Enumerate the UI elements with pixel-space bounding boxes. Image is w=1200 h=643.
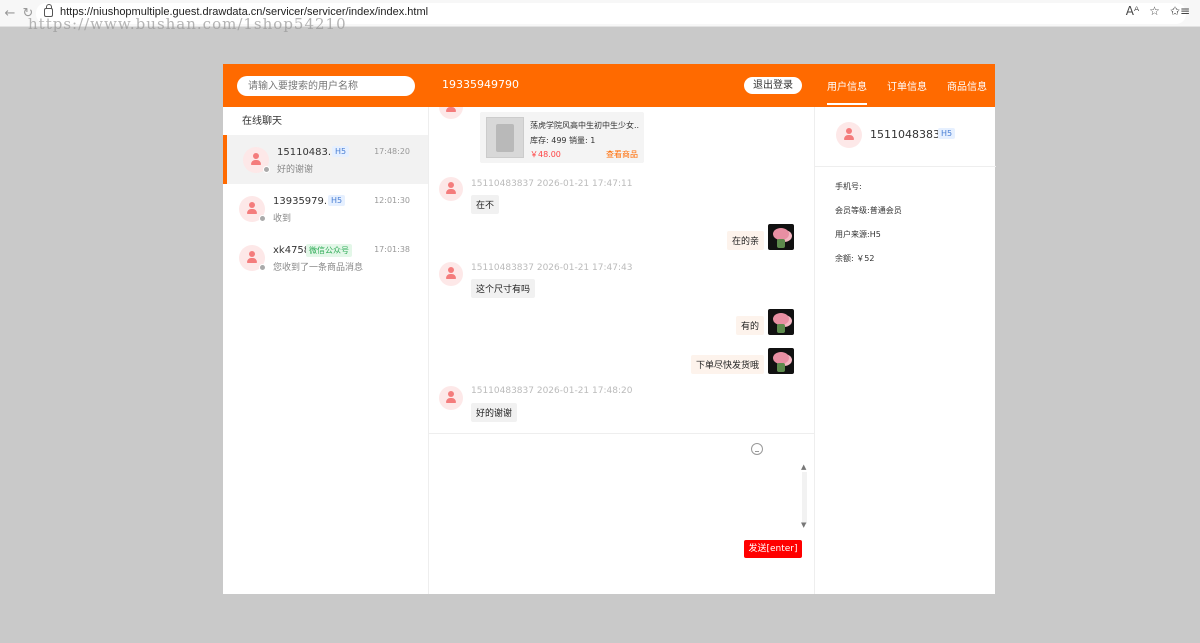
send-button[interactable]: 发送[enter] — [744, 540, 802, 558]
input-scrollbar[interactable] — [802, 472, 807, 524]
outgoing-message: 下单尽快发货哦 — [690, 355, 764, 374]
user-phone: 手机号: — [835, 182, 862, 191]
incoming-message: 这个尺寸有吗 — [471, 279, 536, 298]
offline-status-dot — [263, 166, 270, 173]
watermark-text: https://www.bushan.com/1shop54210 — [28, 15, 347, 33]
conversation-time: 12:01:30 — [374, 196, 410, 205]
product-title: 荡虎学院风高中生初中生少女... — [530, 121, 640, 130]
chat-messages: 荡虎学院风高中生初中生少女... 库存: 499 销量: 1 ￥48.00 查看… — [429, 107, 814, 433]
channel-badge: 微信公众号 — [306, 244, 352, 257]
avatar — [239, 245, 266, 271]
user-icon — [446, 391, 456, 405]
user-search-input[interactable] — [237, 76, 415, 96]
user-member-level: 会员等级:普通会员 — [835, 206, 902, 215]
conversation-last-message: 收到 — [273, 214, 292, 224]
incoming-message: 好的谢谢 — [471, 403, 518, 422]
emoji-icon[interactable] — [751, 443, 763, 455]
offline-status-dot — [259, 215, 266, 222]
channel-badge: H5 — [938, 128, 956, 139]
message-meta: 15110483837 2026-01-21 17:47:43 — [471, 263, 633, 273]
read-aloud-icon[interactable]: Aᴬ — [1126, 4, 1139, 18]
tab-order-info[interactable]: 订单信息 — [887, 78, 927, 93]
user-source: 用户来源:H5 — [835, 230, 881, 239]
user-icon — [446, 107, 456, 114]
scroll-up-arrow-icon[interactable]: ▲ — [801, 463, 806, 471]
user-icon — [247, 202, 257, 216]
product-image — [486, 117, 524, 158]
favorite-star-icon[interactable]: ☆ — [1149, 4, 1160, 18]
outgoing-message: 在的亲 — [726, 231, 764, 250]
offline-status-dot — [259, 264, 266, 271]
channel-badge: H5 — [332, 146, 350, 157]
avatar — [239, 196, 266, 222]
channel-badge: H5 — [328, 195, 346, 206]
favorites-list-icon[interactable]: ✩≡ — [1170, 4, 1190, 18]
current-chat-user: 19335949790 — [442, 78, 519, 91]
avatar — [836, 122, 862, 148]
message-meta: 15110483837 2026-01-21 17:48:20 — [471, 386, 633, 396]
user-name: 15110483837 — [870, 128, 947, 141]
conversation-item[interactable]: xk4758 微信公众号 17:01:38 您收到了一条商品消息 — [223, 233, 428, 282]
conversation-time: 17:01:38 — [374, 245, 410, 254]
agent-avatar — [768, 224, 794, 250]
sidebar-title: 在线聊天 — [242, 116, 282, 127]
user-icon — [247, 251, 257, 265]
outgoing-message: 有的 — [735, 316, 764, 335]
view-product-link[interactable]: 查看商品 — [606, 149, 638, 160]
conversation-sidebar: 在线聊天 15110483... H5 17:48:20 好的谢谢 139359… — [223, 107, 429, 594]
conversation-last-message: 好的谢谢 — [277, 165, 314, 175]
user-icon — [844, 128, 854, 142]
product-stock-sales: 库存: 499 销量: 1 — [530, 136, 596, 145]
browser-actions: Aᴬ ☆ ✩≡ — [1126, 4, 1190, 18]
agent-avatar — [768, 348, 794, 374]
avatar — [243, 147, 270, 173]
avatar — [439, 177, 463, 201]
user-icon — [446, 267, 456, 281]
conversation-name: xk4758 — [273, 245, 311, 256]
back-icon[interactable]: ← — [2, 6, 18, 22]
user-icon — [251, 153, 261, 167]
agent-avatar — [768, 309, 794, 335]
avatar — [439, 262, 463, 286]
tab-user-info[interactable]: 用户信息 — [827, 78, 867, 105]
avatar — [439, 386, 463, 410]
user-info-header: 15110483837 H5 — [815, 107, 996, 167]
message-composer: ▲ ▼ 发送[enter] — [429, 433, 814, 594]
logout-button[interactable]: 退出登录 — [744, 77, 802, 94]
product-price: ￥48.00 — [530, 150, 561, 159]
conversation-item[interactable]: 13935979... H5 12:01:30 收到 — [223, 184, 428, 233]
avatar — [439, 107, 463, 119]
user-balance: 余额: ￥52 — [835, 254, 875, 263]
user-icon — [446, 182, 456, 196]
top-bar: 19335949790 退出登录 用户信息 订单信息 商品信息 — [223, 64, 995, 107]
conversation-time: 17:48:20 — [374, 147, 410, 156]
message-meta: 15110483837 2026-01-21 17:47:11 — [471, 179, 633, 189]
message-input[interactable] — [437, 462, 801, 532]
customer-service-app: 19335949790 退出登录 用户信息 订单信息 商品信息 在线聊天 151… — [223, 64, 996, 594]
incoming-message: 在不 — [471, 195, 500, 214]
conversation-name: 15110483... — [277, 147, 338, 158]
product-message-card: 荡虎学院风高中生初中生少女... 库存: 499 销量: 1 ￥48.00 查看… — [480, 112, 644, 163]
tab-product-info[interactable]: 商品信息 — [947, 78, 987, 93]
user-info-panel: 15110483837 H5 手机号: 会员等级:普通会员 用户来源:H5 余额… — [814, 107, 996, 594]
conversation-item[interactable]: 15110483... H5 17:48:20 好的谢谢 — [223, 135, 428, 184]
scroll-down-arrow-icon[interactable]: ▼ — [801, 521, 806, 529]
conversation-last-message: 您收到了一条商品消息 — [273, 263, 364, 273]
conversation-name: 13935979... — [273, 196, 334, 207]
